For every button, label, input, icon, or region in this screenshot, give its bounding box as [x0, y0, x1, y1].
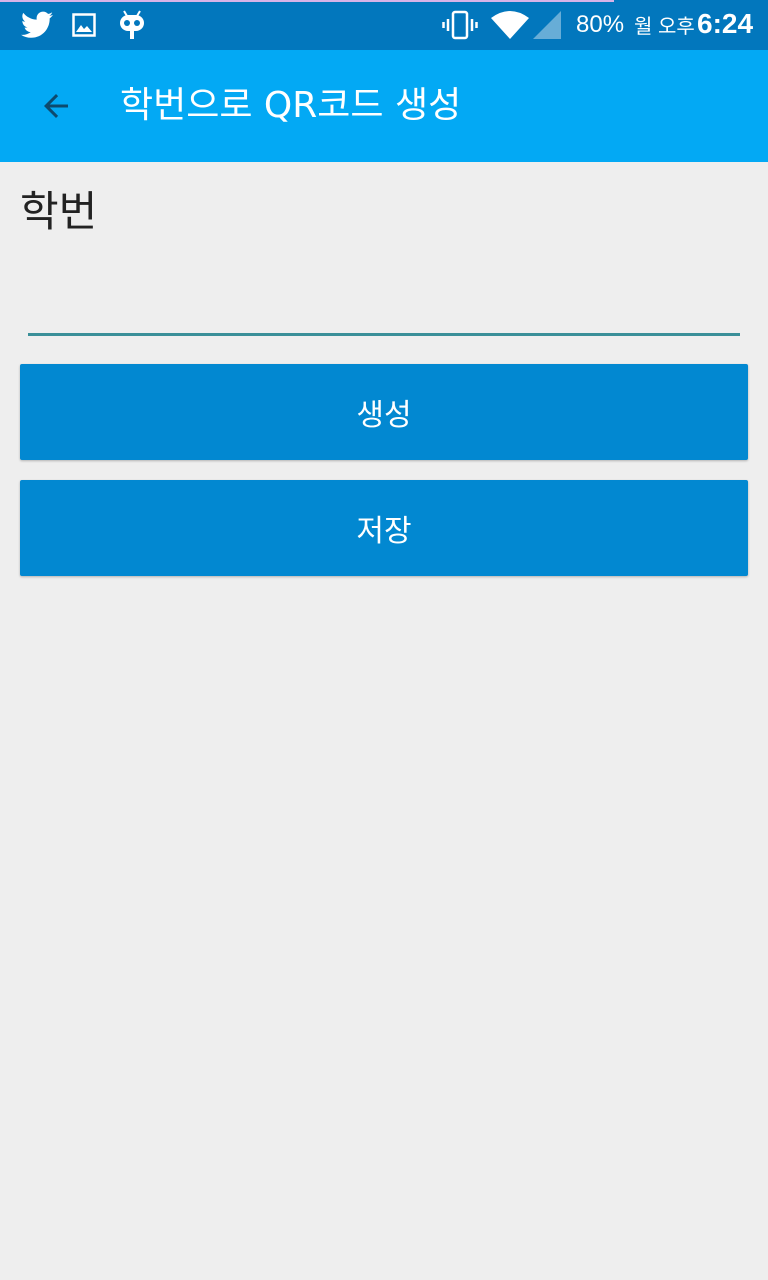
cell-signal-icon [532, 8, 562, 42]
student-id-label: 학번 [20, 187, 98, 236]
student-id-field-wrapper [28, 270, 740, 336]
generate-button[interactable]: 생성 [20, 364, 748, 460]
back-button[interactable] [28, 78, 84, 134]
battery-percent: 80% [576, 11, 625, 38]
status-bar: 80% 월 오후 6:24 [0, 0, 768, 50]
vibrate-icon [442, 8, 478, 42]
save-button[interactable]: 저장 [20, 480, 748, 576]
cyanogen-mascot-icon [118, 8, 146, 42]
app-bar: 학번으로 QR코드 생성 [0, 50, 768, 162]
image-icon [72, 8, 96, 42]
arrow-back-icon [38, 88, 74, 124]
status-top-line [0, 0, 614, 2]
generate-button-label: 생성 [356, 398, 412, 433]
input-underline [28, 333, 740, 336]
save-button-label: 저장 [356, 514, 412, 549]
page-title: 학번으로 QR코드 생성 [120, 85, 462, 126]
wifi-icon [490, 8, 530, 42]
ampm-label: 월 오후 [634, 16, 695, 38]
clock: 6:24 [697, 8, 754, 39]
student-id-input[interactable] [28, 270, 740, 332]
twitter-icon [20, 8, 54, 42]
